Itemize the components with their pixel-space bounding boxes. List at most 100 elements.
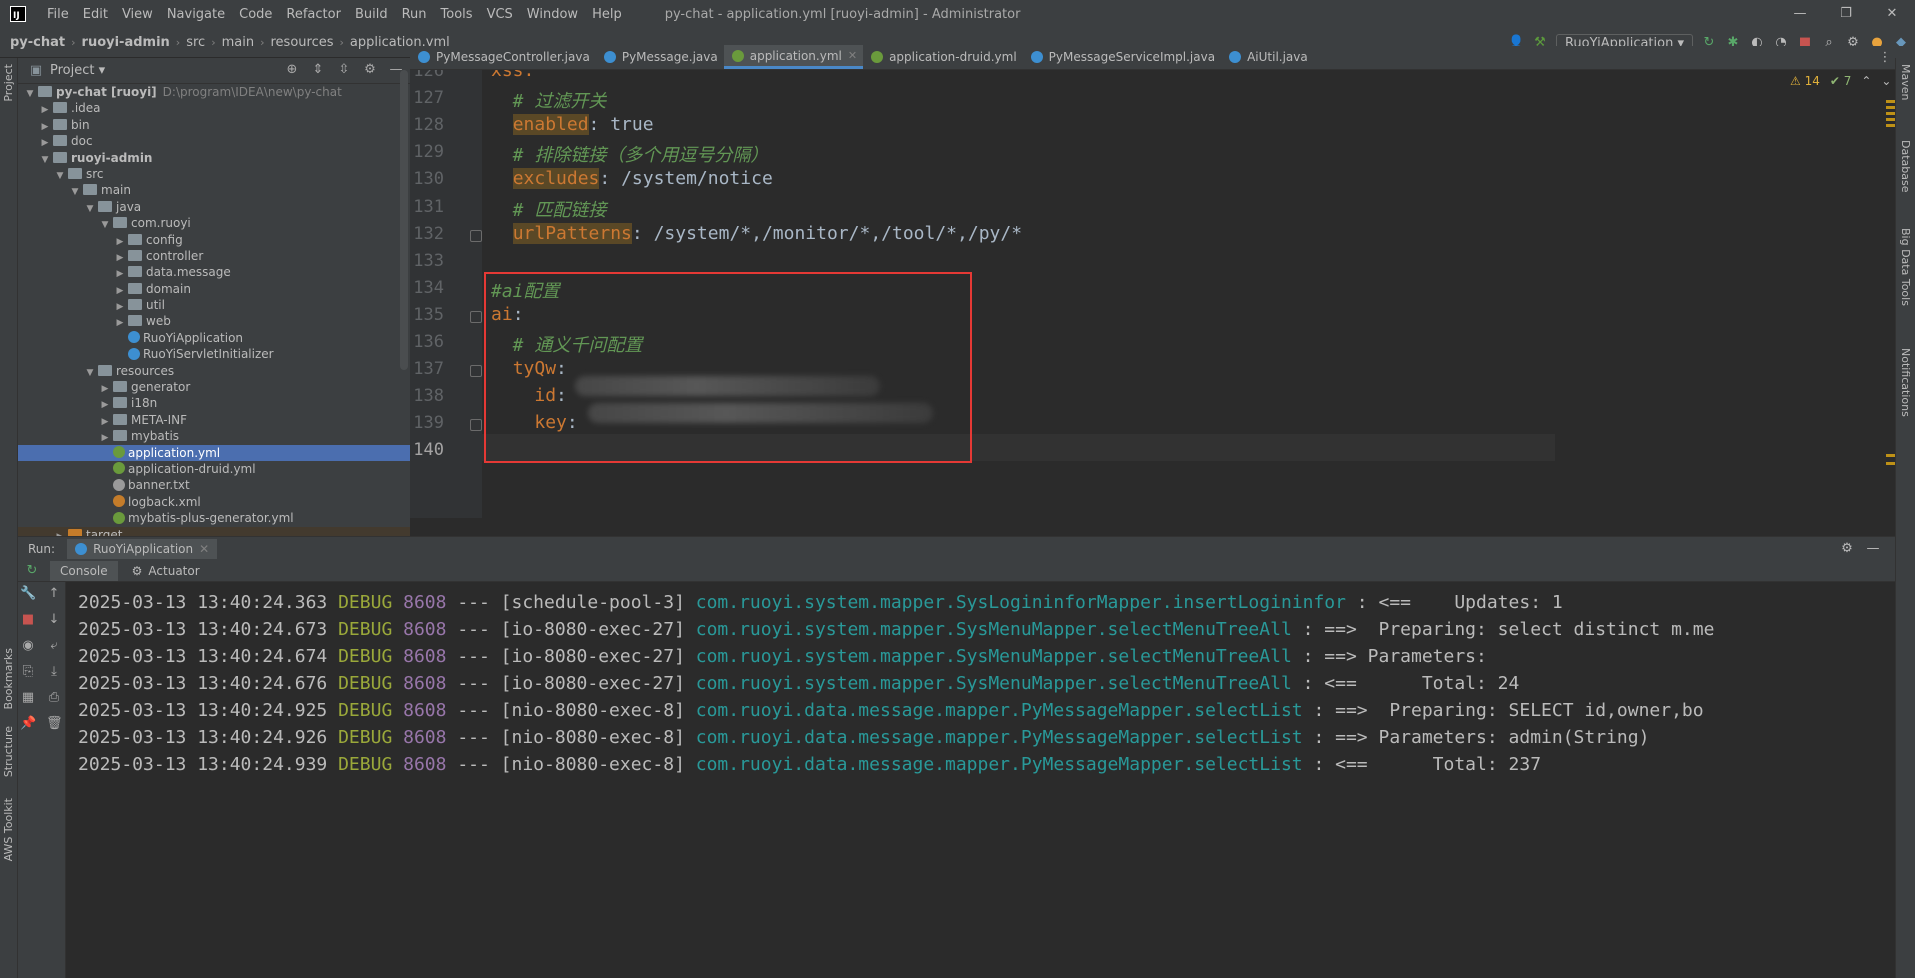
- tree-item[interactable]: banner.txt: [18, 477, 410, 493]
- close-window-button[interactable]: ✕: [1869, 0, 1915, 28]
- notifications-tool-button[interactable]: Notifications: [1899, 348, 1912, 417]
- tree-item[interactable]: ▼ ruoyi-admin: [18, 150, 410, 166]
- tree-item[interactable]: ▼ resources: [18, 363, 410, 379]
- tab-console[interactable]: Console: [50, 560, 118, 581]
- stop-run-icon[interactable]: ■: [20, 612, 36, 628]
- menu-file[interactable]: File: [40, 7, 76, 22]
- menu-tools[interactable]: Tools: [434, 7, 480, 22]
- tab-actuator[interactable]: ⚙ Actuator: [126, 561, 206, 581]
- expand-all-icon[interactable]: ⇕: [310, 62, 326, 78]
- tree-item[interactable]: ▼ main: [18, 182, 410, 198]
- editor-tab[interactable]: PyMessage.java: [596, 45, 724, 69]
- tree-item[interactable]: ▶ .idea: [18, 100, 410, 116]
- run-config-tab[interactable]: RuoYiApplication ✕: [67, 538, 218, 559]
- scroll-to-end-icon[interactable]: ⤓: [46, 664, 62, 680]
- editor-tab[interactable]: PyMessageController.java: [410, 45, 596, 69]
- menu-vcs[interactable]: VCS: [480, 7, 520, 22]
- close-tab-icon[interactable]: ✕: [848, 49, 857, 62]
- log-logger[interactable]: com.ruoyi.data.message.mapper.PyMessageM…: [696, 727, 1303, 748]
- log-logger[interactable]: com.ruoyi.system.mapper.SysLogininforMap…: [696, 592, 1346, 613]
- tree-item[interactable]: ▶ META-INF: [18, 412, 410, 428]
- log-logger[interactable]: com.ruoyi.data.message.mapper.PyMessageM…: [696, 700, 1303, 721]
- breadcrumb-item[interactable]: main: [218, 35, 258, 50]
- structure-tool-button[interactable]: Structure: [2, 726, 15, 777]
- fold-marker-icon[interactable]: [470, 419, 482, 432]
- tree-item[interactable]: application-druid.yml: [18, 461, 410, 477]
- log-logger[interactable]: com.ruoyi.system.mapper.SysMenuMapper.se…: [696, 619, 1292, 640]
- tree-item[interactable]: mybatis-plus-generator.yml: [18, 510, 410, 526]
- menu-build[interactable]: Build: [348, 7, 395, 22]
- menu-window[interactable]: Window: [520, 7, 585, 22]
- layout-icon[interactable]: ▦: [20, 690, 36, 706]
- tree-item[interactable]: ▼ py-chat [ruoyi] D:\program\IDEA\new\py-c…: [18, 84, 410, 100]
- soft-wrap-icon[interactable]: ⤶: [46, 638, 62, 654]
- editor-tab[interactable]: application.yml ✕: [723, 45, 864, 69]
- tree-item[interactable]: ▶ i18n: [18, 395, 410, 411]
- console-output[interactable]: 2025-03-13 13:40:24.363 DEBUG 8608 --- […: [66, 582, 1895, 978]
- database-tool-button[interactable]: Database: [1899, 140, 1912, 193]
- minimize-button[interactable]: —: [1777, 0, 1823, 28]
- tree-item[interactable]: ▶ controller: [18, 248, 410, 264]
- rerun-app-icon[interactable]: ↻: [24, 563, 40, 579]
- tree-item[interactable]: ▶ generator: [18, 379, 410, 395]
- tree-item[interactable]: ▶ config: [18, 232, 410, 248]
- restore-layout-icon[interactable]: ⎘: [20, 664, 36, 680]
- camera-icon[interactable]: ◉: [20, 638, 36, 654]
- fold-marker-icon[interactable]: [470, 229, 482, 242]
- locate-icon[interactable]: ⊕: [284, 62, 300, 78]
- breadcrumb-item[interactable]: src: [182, 35, 209, 50]
- inspection-widget[interactable]: ⚠ 14 ✔ 7 ⌃ ⌄: [1790, 74, 1891, 88]
- aws-toolkit-tool-button[interactable]: AWS Toolkit: [2, 798, 15, 861]
- tree-item[interactable]: ▶ bin: [18, 117, 410, 133]
- fold-marker-icon[interactable]: [470, 310, 482, 323]
- tree-item[interactable]: ▼ java: [18, 199, 410, 215]
- tree-item[interactable]: ▶ doc: [18, 133, 410, 149]
- tree-item[interactable]: RuoYiApplication: [18, 330, 410, 346]
- menu-help[interactable]: Help: [585, 7, 629, 22]
- wrench-icon[interactable]: 🔧: [20, 586, 36, 602]
- log-logger[interactable]: com.ruoyi.system.mapper.SysMenuMapper.se…: [696, 646, 1292, 667]
- menu-navigate[interactable]: Navigate: [160, 7, 232, 22]
- tree-item[interactable]: RuoYiServletInitializer: [18, 346, 410, 362]
- project-tool-button[interactable]: Project: [2, 64, 15, 102]
- tree-item[interactable]: ▶ web: [18, 313, 410, 329]
- tree-item[interactable]: ▼ src: [18, 166, 410, 182]
- arrow-up-icon[interactable]: ↑: [46, 586, 62, 602]
- breadcrumb-item[interactable]: resources: [266, 35, 337, 50]
- maven-tool-button[interactable]: Maven: [1899, 64, 1912, 100]
- pin-icon[interactable]: 📌: [20, 716, 36, 732]
- project-scrollbar[interactable]: [400, 70, 408, 370]
- menu-refactor[interactable]: Refactor: [279, 7, 348, 22]
- menu-edit[interactable]: Edit: [76, 7, 115, 22]
- breadcrumb-item[interactable]: py-chat: [6, 35, 69, 50]
- project-view-selector[interactable]: Project ▾: [50, 63, 105, 78]
- chevron-down-icon[interactable]: ⌄: [1881, 74, 1891, 88]
- tree-item[interactable]: ▼ com.ruoyi: [18, 215, 410, 231]
- chevron-up-icon[interactable]: ⌃: [1861, 74, 1871, 88]
- close-tab-icon[interactable]: ✕: [199, 542, 209, 556]
- tree-item[interactable]: application.yml: [18, 444, 410, 461]
- editor-tab[interactable]: AiUtil.java: [1221, 45, 1314, 69]
- arrow-down-icon[interactable]: ↓: [46, 612, 62, 628]
- tree-item[interactable]: ▶ util: [18, 297, 410, 313]
- tree-item[interactable]: ▶ data.message: [18, 264, 410, 280]
- tree-item[interactable]: ▶ mybatis: [18, 428, 410, 444]
- editor-tab[interactable]: application-druid.yml: [863, 45, 1023, 69]
- more-tabs-icon[interactable]: ⋮: [1877, 50, 1893, 66]
- big-data-tools-button[interactable]: Big Data Tools: [1899, 228, 1912, 306]
- clear-console-icon[interactable]: 🗑: [46, 716, 63, 732]
- breadcrumb-item[interactable]: ruoyi-admin: [78, 35, 174, 50]
- run-settings-icon[interactable]: ⚙: [1839, 541, 1855, 557]
- menu-run[interactable]: Run: [395, 7, 434, 22]
- log-logger[interactable]: com.ruoyi.system.mapper.SysMenuMapper.se…: [696, 673, 1292, 694]
- collapse-all-icon[interactable]: ⇳: [336, 62, 352, 78]
- print-icon[interactable]: ⎙: [46, 690, 62, 706]
- bookmarks-tool-button[interactable]: Bookmarks: [2, 648, 15, 709]
- menu-code[interactable]: Code: [232, 7, 279, 22]
- hide-run-panel-icon[interactable]: —: [1865, 541, 1881, 557]
- menu-view[interactable]: View: [115, 7, 160, 22]
- tree-item[interactable]: ▶ domain: [18, 281, 410, 297]
- tree-item[interactable]: logback.xml: [18, 494, 410, 510]
- panel-settings-icon[interactable]: ⚙: [362, 62, 378, 78]
- restore-button[interactable]: ❐: [1823, 0, 1869, 28]
